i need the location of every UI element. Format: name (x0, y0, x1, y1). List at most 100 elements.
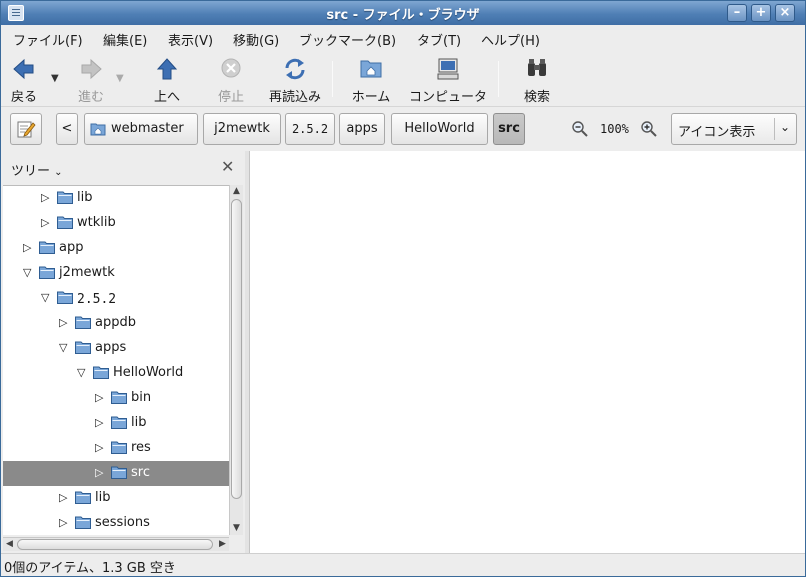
scrollbar-thumb[interactable] (17, 539, 213, 550)
scrollbar-thumb[interactable] (231, 199, 242, 499)
path-scroll-left-button[interactable]: < (56, 113, 78, 145)
path-button-helloworld[interactable]: HelloWorld (391, 113, 488, 145)
view-mode-select[interactable]: アイコン表示 ⌄ (671, 113, 797, 145)
folder-icon (75, 516, 91, 529)
menu-tabs[interactable]: タブ(T) (417, 30, 461, 49)
minimize-button[interactable]: – (727, 4, 747, 22)
up-button[interactable]: 上へ (147, 55, 187, 105)
path-button-src[interactable]: src (493, 113, 525, 145)
expander-collapsed-icon[interactable]: ▷ (95, 391, 103, 404)
arrow-left-icon (13, 58, 34, 80)
arrow-right-icon (81, 58, 102, 80)
folder-icon (111, 416, 127, 429)
expander-collapsed-icon[interactable]: ▷ (41, 191, 49, 204)
tree-row[interactable]: ▷ sessions (3, 511, 229, 535)
folder-tree[interactable]: ▷ lib ▷ wtklib ▷ app ▽ j2mewtk ▽ 2.5.2 ▷ appdb ▽ apps… (3, 185, 229, 535)
tree-row[interactable]: ▽ apps (3, 336, 229, 361)
scroll-left-arrow[interactable]: ◀ (3, 538, 16, 551)
expander-expanded-icon[interactable]: ▽ (59, 341, 67, 354)
back-button[interactable]: 戻る (5, 55, 43, 105)
stop-button[interactable]: 停止 (213, 55, 249, 105)
menu-file[interactable]: ファイル(F) (13, 30, 83, 49)
titlebar: src - ファイル・ブラウザ – + × (1, 1, 805, 25)
tree-row[interactable]: ▷ appdb (3, 311, 229, 336)
path-button-apps[interactable]: apps (339, 113, 385, 145)
tree-row[interactable]: ▷ res (3, 436, 229, 461)
expander-expanded-icon[interactable]: ▽ (41, 291, 49, 304)
expander-collapsed-icon[interactable]: ▷ (95, 441, 103, 454)
tree-row-label: j2mewtk (59, 265, 115, 280)
tree-vertical-scrollbar[interactable]: ▲ ▼ (229, 185, 243, 535)
tree-row-label: HelloWorld (113, 365, 184, 380)
tree-horizontal-scrollbar[interactable]: ◀ ▶ (3, 537, 229, 551)
toggle-location-entry-button[interactable] (10, 113, 42, 145)
file-browser-window: src - ファイル・ブラウザ – + × ファイル(F) 編集(E) 表示(V… (0, 0, 806, 577)
tree-row[interactable]: ▷ app (3, 236, 229, 261)
path-button-2-5-2[interactable]: 2.5.2 (285, 113, 335, 145)
tree-row[interactable]: ▷ lib (3, 486, 229, 511)
scroll-up-arrow[interactable]: ▲ (230, 185, 243, 198)
folder-icon (39, 266, 55, 279)
menubar: ファイル(F) 編集(E) 表示(V) 移動(G) ブックマーク(B) タブ(T… (1, 25, 805, 51)
menu-edit[interactable]: 編集(E) (103, 30, 147, 49)
expander-expanded-icon[interactable]: ▽ (77, 366, 85, 379)
expander-collapsed-icon[interactable]: ▷ (95, 466, 103, 479)
window-title: src - ファイル・ブラウザ (326, 8, 480, 23)
expander-collapsed-icon[interactable]: ▷ (59, 516, 67, 529)
menu-view[interactable]: 表示(V) (168, 30, 213, 49)
toolbar: 戻る ▼ 進む ▼ 上へ 停止 再読込み ホーム コンピュータ 検索 (1, 51, 805, 107)
expander-collapsed-icon[interactable]: ▷ (95, 416, 103, 429)
tree-row-label: sessions (95, 515, 150, 530)
menu-help[interactable]: ヘルプ(H) (481, 30, 540, 49)
side-pane: ツリー ⌄ ✕ ▷ lib ▷ wtklib ▷ app ▽ j2mewtk ▽ 2.5.2 ▷ ap… (3, 151, 245, 553)
zoom-level[interactable]: 100% (600, 122, 629, 136)
maximize-button[interactable]: + (751, 4, 771, 22)
tree-row[interactable]: ▽ HelloWorld (3, 361, 229, 386)
path-button-webmaster[interactable]: webmaster (84, 113, 198, 145)
close-button[interactable]: × (775, 4, 795, 22)
reload-button[interactable]: 再読込み (267, 55, 323, 105)
folder-icon (75, 316, 91, 329)
side-pane-header: ツリー ⌄ ✕ (3, 151, 245, 183)
zoom-in-icon[interactable] (640, 120, 658, 138)
scroll-right-arrow[interactable]: ▶ (216, 538, 229, 551)
expander-collapsed-icon[interactable]: ▷ (59, 316, 67, 329)
tree-row-label: 2.5.2 (77, 292, 117, 307)
tree-row-label: src (131, 465, 150, 480)
home-button[interactable]: ホーム (347, 55, 395, 105)
folder-icon (39, 241, 55, 254)
expander-collapsed-icon[interactable]: ▷ (41, 216, 49, 229)
close-side-pane-icon[interactable]: ✕ (221, 157, 234, 176)
computer-button[interactable]: コンピュータ (407, 55, 489, 105)
back-history-dropdown[interactable]: ▼ (51, 73, 59, 84)
tree-row[interactable]: ▷ src (3, 461, 229, 486)
file-view-area[interactable] (249, 151, 805, 553)
zoom-out-icon[interactable] (571, 120, 589, 138)
tree-row[interactable]: ▷ lib (3, 186, 229, 211)
tree-row-label: apps (95, 340, 127, 355)
tree-row[interactable]: ▽ j2mewtk (3, 261, 229, 286)
tree-row-label: wtklib (77, 215, 116, 230)
tree-row-label: app (59, 240, 84, 255)
forward-button[interactable]: 進む (71, 55, 111, 105)
path-button-j2mewtk[interactable]: j2mewtk (203, 113, 281, 145)
home-folder-icon (90, 123, 106, 136)
menu-go[interactable]: 移動(G) (233, 30, 279, 49)
tree-row-label: lib (95, 490, 111, 505)
tree-row[interactable]: ▷ lib (3, 411, 229, 436)
folder-icon (111, 466, 127, 479)
search-button[interactable]: 検索 (517, 55, 557, 105)
expander-collapsed-icon[interactable]: ▷ (23, 241, 31, 254)
tree-row[interactable]: ▷ wtklib (3, 211, 229, 236)
side-pane-type-select[interactable]: ツリー ⌄ (11, 160, 63, 179)
forward-history-dropdown[interactable]: ▼ (116, 73, 124, 84)
reload-icon (285, 58, 305, 80)
tree-row[interactable]: ▷ bin (3, 386, 229, 411)
tree-row-label: bin (131, 390, 152, 405)
expander-collapsed-icon[interactable]: ▷ (59, 491, 67, 504)
tree-row-label: appdb (95, 315, 136, 330)
expander-expanded-icon[interactable]: ▽ (23, 266, 31, 279)
scroll-down-arrow[interactable]: ▼ (230, 522, 243, 535)
tree-row[interactable]: ▽ 2.5.2 (3, 286, 229, 311)
menu-bookmarks[interactable]: ブックマーク(B) (299, 30, 396, 49)
